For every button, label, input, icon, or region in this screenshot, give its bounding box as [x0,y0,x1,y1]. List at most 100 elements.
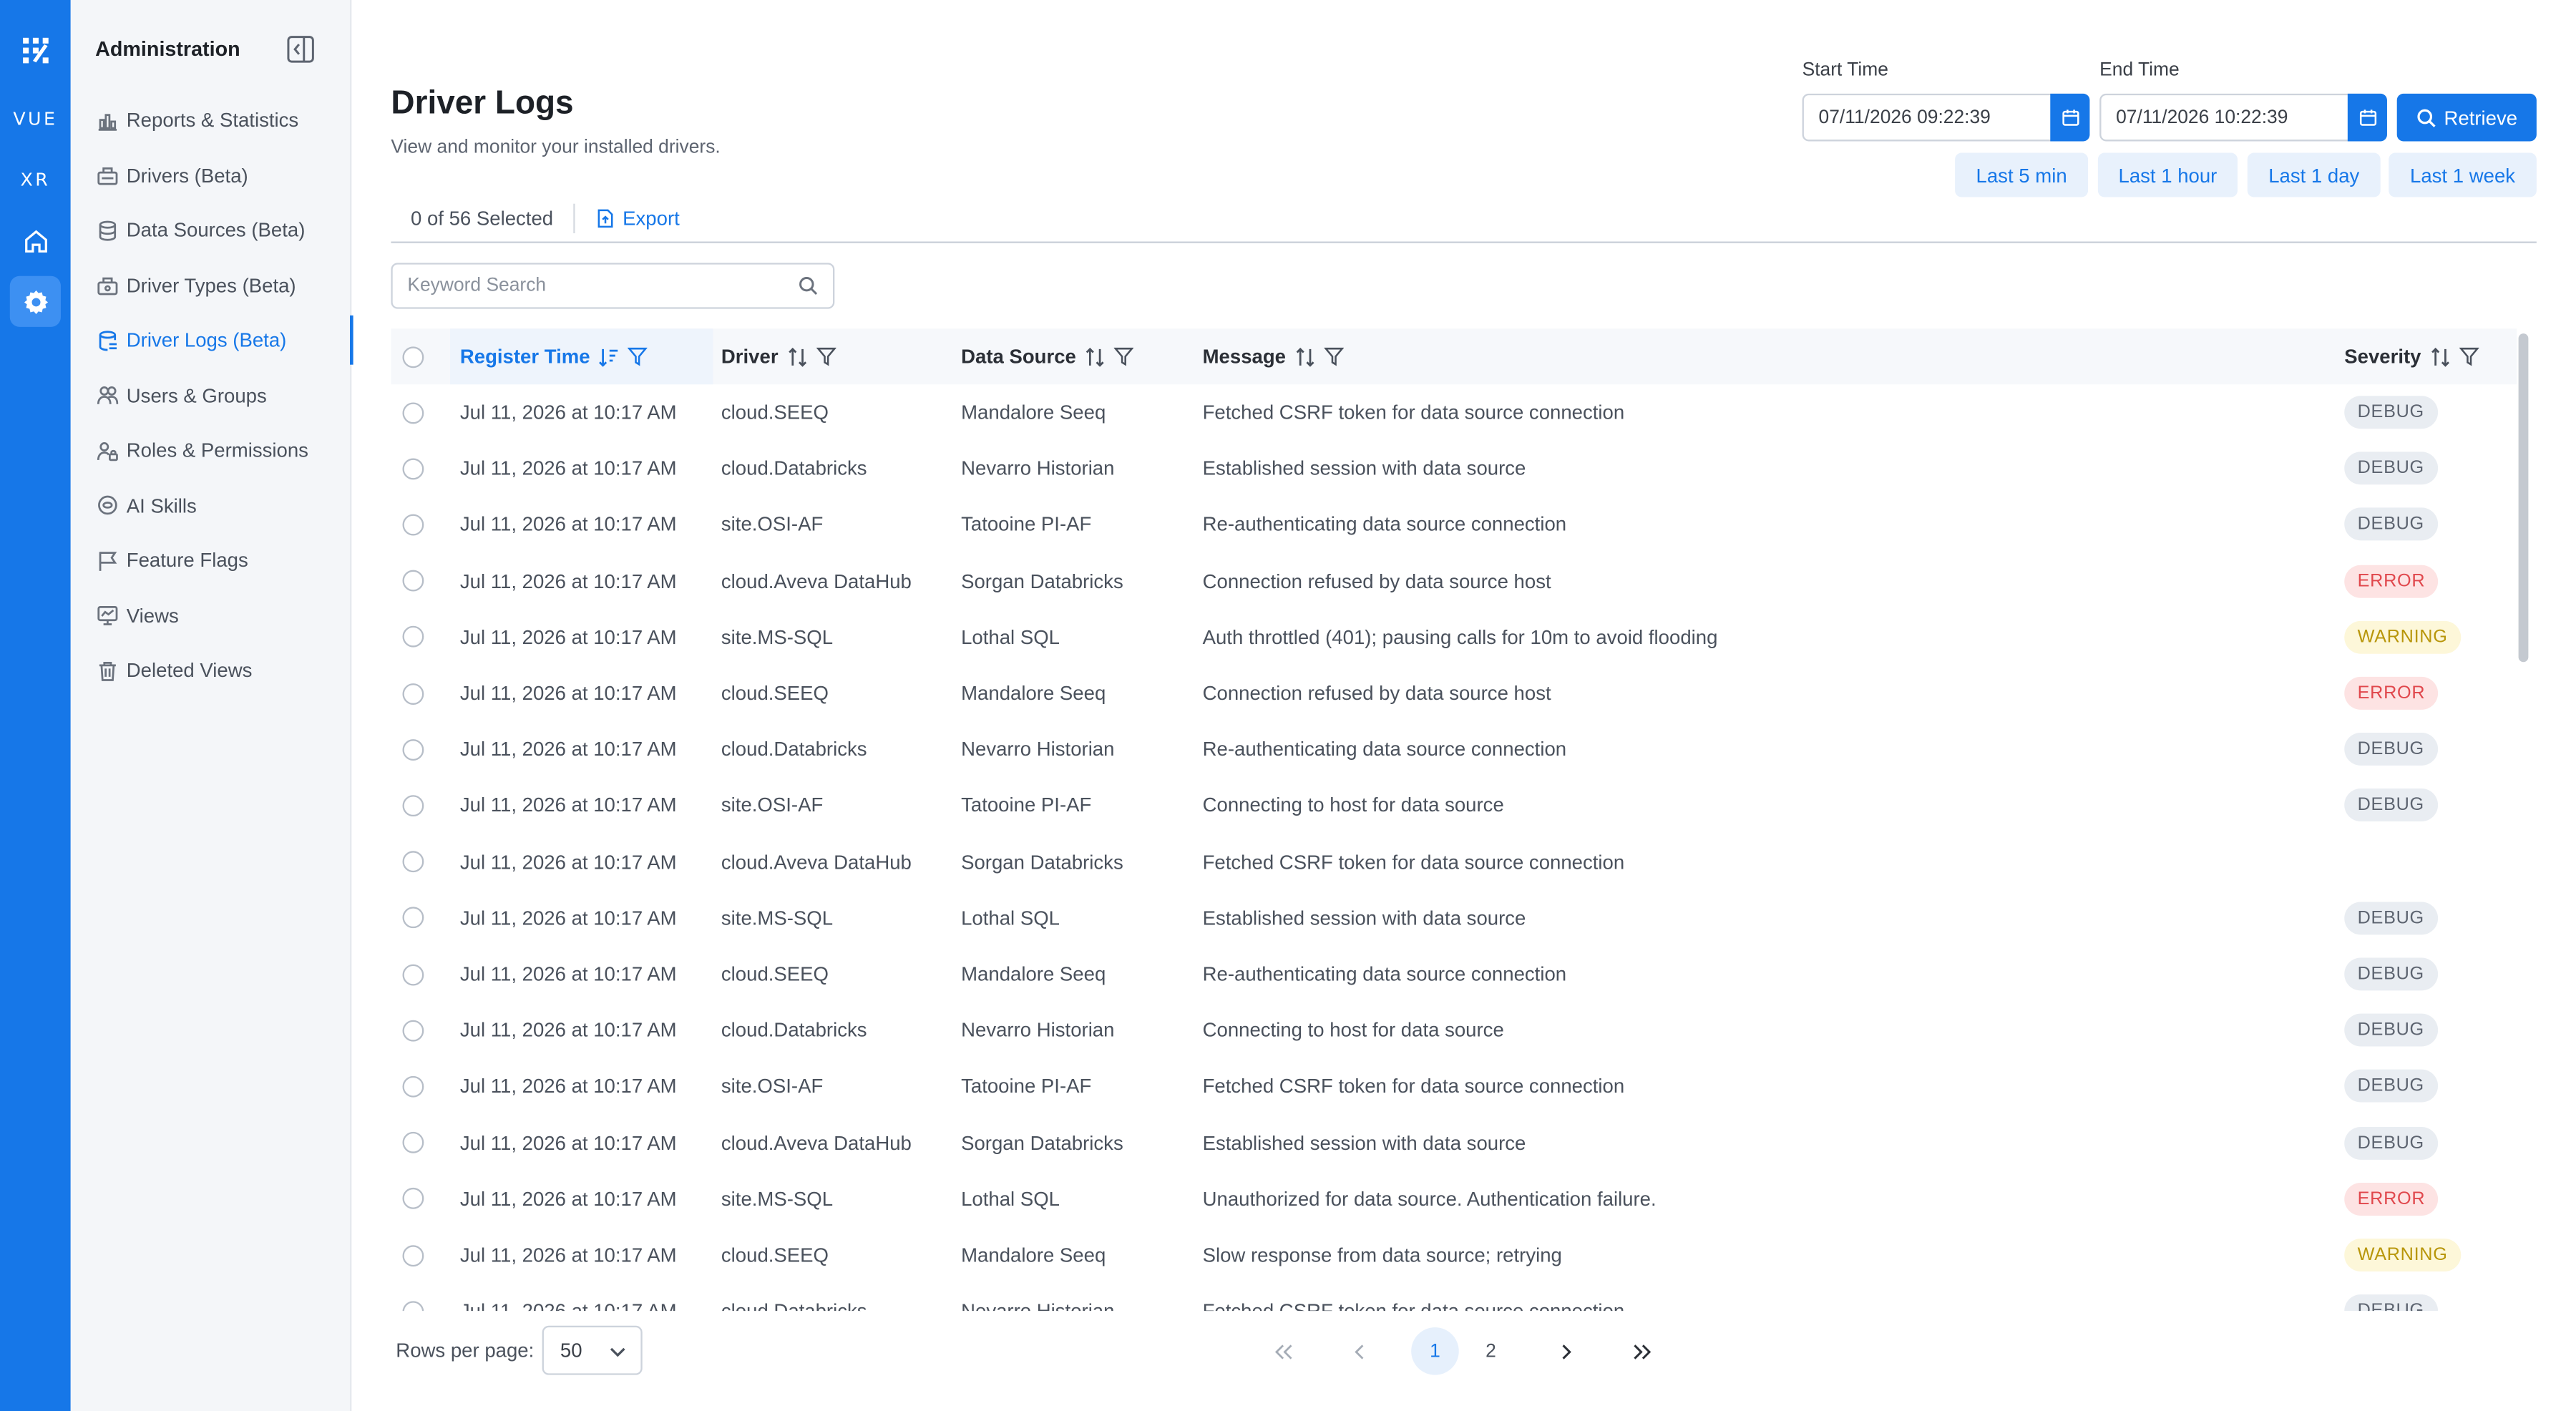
sidebar-item-users-groups[interactable]: Users & Groups [71,371,352,420]
table-row[interactable]: Jul 11, 2026 at 10:17 AM site.MS-SQL Lotha… [391,1171,2517,1227]
sidebar-item-feature-flags[interactable]: Feature Flags [71,535,352,585]
severity-cell: DEBUG [2344,721,2438,777]
filter-icon[interactable] [1113,346,1134,366]
table-header: Register Time Driver Data Source Message [391,328,2517,385]
sidebar-item-label: Driver Types (Beta) [126,273,296,297]
table-row[interactable]: Jul 11, 2026 at 10:17 AM cloud.SEEQ Mandal… [391,384,2517,440]
table-row[interactable]: Jul 11, 2026 at 10:17 AM cloud.SEEQ Mandal… [391,665,2517,721]
retrieve-button[interactable]: Retrieve [2396,93,2537,142]
collapse-sidebar-icon[interactable] [286,34,315,64]
table-row[interactable]: Jul 11, 2026 at 10:17 AM cloud.Databricks… [391,1284,2517,1312]
row-checkbox[interactable] [402,1188,424,1210]
column-driver[interactable]: Driver [721,328,951,384]
end-time-input[interactable]: 07/11/2026 10:22:39 [2099,93,2387,142]
data-source-cell: Lothal SQL [961,1171,1060,1227]
row-checkbox[interactable] [402,1075,424,1098]
page-1-button[interactable]: 1 [1411,1327,1459,1375]
prev-page-icon[interactable] [1336,1327,1384,1375]
sidebar-item-drivers[interactable]: Drivers (Beta) [71,150,352,200]
start-time-input[interactable]: 07/11/2026 09:22:39 [1802,93,2090,142]
filter-icon[interactable] [816,346,836,366]
column-message[interactable]: Message [1203,328,1531,384]
sidebar-item-views[interactable]: Views [71,590,352,640]
table-row[interactable]: Jul 11, 2026 at 10:17 AM cloud.SEEQ Mandal… [391,1227,2517,1283]
quick-last-1-day[interactable]: Last 1 day [2247,152,2381,197]
table-row[interactable]: Jul 11, 2026 at 10:17 AM cloud.Databricks… [391,1002,2517,1058]
row-checkbox[interactable] [402,1132,424,1154]
table-row[interactable]: Jul 11, 2026 at 10:17 AM site.OSI-AF Tatoo… [391,1058,2517,1114]
logs-table: Register Time Driver Data Source Message [391,328,2517,1312]
message-cell: Fetched CSRF token for data source conne… [1203,1058,1625,1114]
row-checkbox[interactable] [402,851,424,873]
sidebar-item-roles-permissions[interactable]: Roles & Permissions [71,426,352,475]
row-checkbox[interactable] [402,683,424,705]
views-icon [95,604,118,627]
table-row[interactable]: Jul 11, 2026 at 10:17 AM site.MS-SQL Lotha… [391,609,2517,665]
quick-last-1-hour[interactable]: Last 1 hour [2097,152,2238,197]
sort-desc-icon[interactable] [598,346,620,367]
row-checkbox[interactable] [402,626,424,648]
driver-cell-text: cloud.Databricks [721,456,867,481]
sort-icon[interactable] [1294,346,1315,367]
row-checkbox[interactable] [402,570,424,592]
search-input[interactable] [407,275,786,296]
calendar-icon[interactable] [2050,93,2090,142]
gear-icon[interactable] [9,275,61,327]
logo-icon[interactable] [10,24,61,75]
sidebar-item-driver-types[interactable]: Driver Types (Beta) [71,260,352,310]
sidebar-item-data-sources[interactable]: Data Sources (Beta) [71,205,352,255]
column-register-time[interactable]: Register Time [450,328,713,385]
sidebar-item-reports[interactable]: Reports & Statistics [71,95,352,145]
table-scrollbar[interactable] [2517,333,2529,1311]
table-row[interactable]: Jul 11, 2026 at 10:17 AM cloud.Aveva Data… [391,834,2517,889]
keyword-search[interactable] [391,263,835,309]
home-icon[interactable] [10,215,61,266]
row-checkbox[interactable] [402,907,424,929]
filter-icon[interactable] [1323,346,1344,366]
rows-per-page-select[interactable]: 50 [542,1325,643,1375]
table-row[interactable]: Jul 11, 2026 at 10:17 AM site.MS-SQL Lotha… [391,890,2517,946]
sort-icon[interactable] [2429,346,2451,367]
calendar-icon[interactable] [2347,93,2387,142]
table-row[interactable]: Jul 11, 2026 at 10:17 AM cloud.Aveva Data… [391,1115,2517,1171]
quick-last-5-min[interactable]: Last 5 min [1955,152,2089,197]
row-checkbox[interactable] [402,401,424,424]
sidebar-item-driver-logs[interactable]: Driver Logs (Beta) [71,315,353,365]
next-page-icon[interactable] [1543,1327,1591,1375]
scrollbar-thumb[interactable] [2518,333,2529,663]
first-page-icon[interactable] [1260,1327,1308,1375]
message-cell-text: Fetched CSRF token for data source conne… [1202,850,1625,874]
export-button[interactable]: Export [596,207,680,230]
row-checkbox[interactable] [402,738,424,761]
table-row[interactable]: Jul 11, 2026 at 10:17 AM cloud.Databricks… [391,721,2517,777]
database-icon [95,218,118,241]
column-data-source[interactable]: Data Source [961,328,1191,384]
row-select-cell [402,441,424,497]
sort-icon[interactable] [1084,346,1106,367]
sidebar-item-ai-skills[interactable]: AI Skills [71,481,352,530]
filter-icon[interactable] [628,346,648,366]
row-checkbox[interactable] [402,1244,424,1266]
row-checkbox[interactable] [402,963,424,985]
last-page-icon[interactable] [1618,1327,1666,1375]
page-2-button[interactable]: 2 [1467,1327,1515,1375]
table-row[interactable]: Jul 11, 2026 at 10:17 AM site.OSI-AF Tatoo… [391,497,2517,552]
rail-vue[interactable]: VUE [10,94,61,145]
sidebar-item-label: Feature Flags [126,548,248,572]
table-row[interactable]: Jul 11, 2026 at 10:17 AM cloud.SEEQ Mandal… [391,946,2517,1002]
select-all-checkbox[interactable] [402,346,424,368]
row-checkbox[interactable] [402,458,424,479]
row-checkbox[interactable] [402,1020,424,1042]
row-checkbox[interactable] [402,514,424,536]
filter-icon[interactable] [2459,346,2479,366]
quick-last-1-week[interactable]: Last 1 week [2389,152,2537,197]
table-row[interactable]: Jul 11, 2026 at 10:17 AM site.OSI-AF Tatoo… [391,778,2517,834]
sidebar-item-deleted-views[interactable]: Deleted Views [71,645,352,695]
row-checkbox[interactable] [402,795,424,817]
rail-xr[interactable]: XR [10,155,61,205]
column-severity[interactable]: Severity [2344,328,2509,384]
table-row[interactable]: Jul 11, 2026 at 10:17 AM cloud.Aveva Data… [391,553,2517,609]
sort-icon[interactable] [786,346,808,367]
table-row[interactable]: Jul 11, 2026 at 10:17 AM cloud.Databricks… [391,441,2517,497]
row-checkbox[interactable] [402,1300,424,1312]
